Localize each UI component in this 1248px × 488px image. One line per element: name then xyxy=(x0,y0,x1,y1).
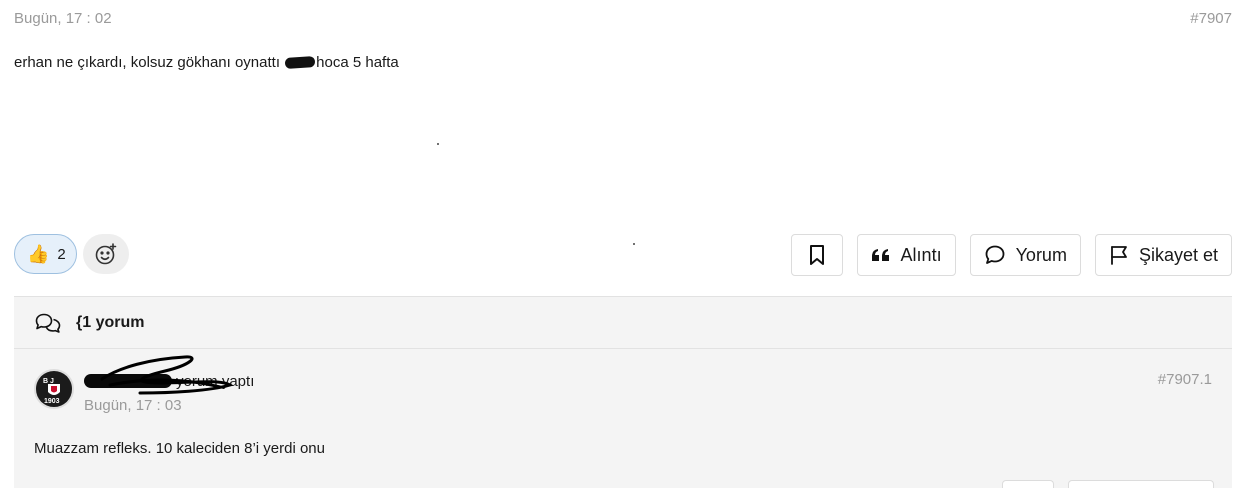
club-crest-icon: B J 1903 xyxy=(40,375,68,405)
post-id[interactable]: #7907 xyxy=(1190,10,1232,27)
comment-bookmark-button[interactable] xyxy=(1002,480,1054,488)
comment-date: Bugün, 17 : 03 xyxy=(84,397,182,414)
thumbs-up-icon: 👍 xyxy=(27,244,50,264)
like-reaction[interactable]: 👍 2 xyxy=(14,234,77,274)
stray-dot xyxy=(437,143,439,145)
flag-icon xyxy=(1111,246,1127,265)
comments-count: {1 yorum xyxy=(76,313,145,331)
add-emoji-icon xyxy=(95,243,117,265)
post-actions: Alıntı Yorum Şikayet et xyxy=(790,234,1232,276)
quote-button[interactable]: Alıntı xyxy=(856,234,956,276)
redacted-name xyxy=(284,55,316,70)
comment-button[interactable]: Yorum xyxy=(969,234,1081,276)
redaction-scribble xyxy=(100,355,234,395)
comment-label: Yorum xyxy=(1015,244,1067,265)
reactions-bar: 👍 2 xyxy=(14,234,129,274)
post-text-start: erhan ne çıkardı, kolsuz gökhanı oynattı xyxy=(14,54,280,71)
comment-bubble-icon xyxy=(985,245,1004,264)
bookmark-button[interactable] xyxy=(790,234,843,276)
report-button[interactable]: Şikayet et xyxy=(1094,234,1232,276)
add-reaction-button[interactable] xyxy=(82,234,129,274)
comment-text: Muazzam refleks. 10 kaleciden 8’i yerdi … xyxy=(34,440,325,457)
post-date: Bugün, 17 : 02 xyxy=(14,10,112,27)
comment-id[interactable]: #7907.1 xyxy=(1158,371,1212,388)
report-label: Şikayet et xyxy=(1138,244,1218,265)
post-header: Bugün, 17 : 02 #7907 xyxy=(14,10,1232,30)
bookmark-icon xyxy=(809,245,824,265)
comments-panel: {1 yorum B J 1903 yorum yaptı Bugün, 17 … xyxy=(14,296,1232,488)
stray-dot xyxy=(633,243,635,245)
comment-action-button[interactable] xyxy=(1068,480,1214,488)
svg-text:1903: 1903 xyxy=(44,398,60,405)
quote-icon xyxy=(871,249,889,261)
post-text-end: hoca 5 hafta xyxy=(316,54,399,71)
like-count: 2 xyxy=(57,245,66,263)
comments-icon xyxy=(35,313,61,333)
comments-header[interactable]: {1 yorum xyxy=(14,297,1232,349)
avatar[interactable]: B J 1903 xyxy=(34,369,74,409)
post-body: erhan ne çıkardı, kolsuz gökhanı oynattı… xyxy=(14,54,399,71)
quote-label: Alıntı xyxy=(900,244,942,265)
svg-text:B J: B J xyxy=(43,378,54,385)
comment-item: B J 1903 yorum yaptı Bugün, 17 : 03 #790… xyxy=(14,349,1232,488)
